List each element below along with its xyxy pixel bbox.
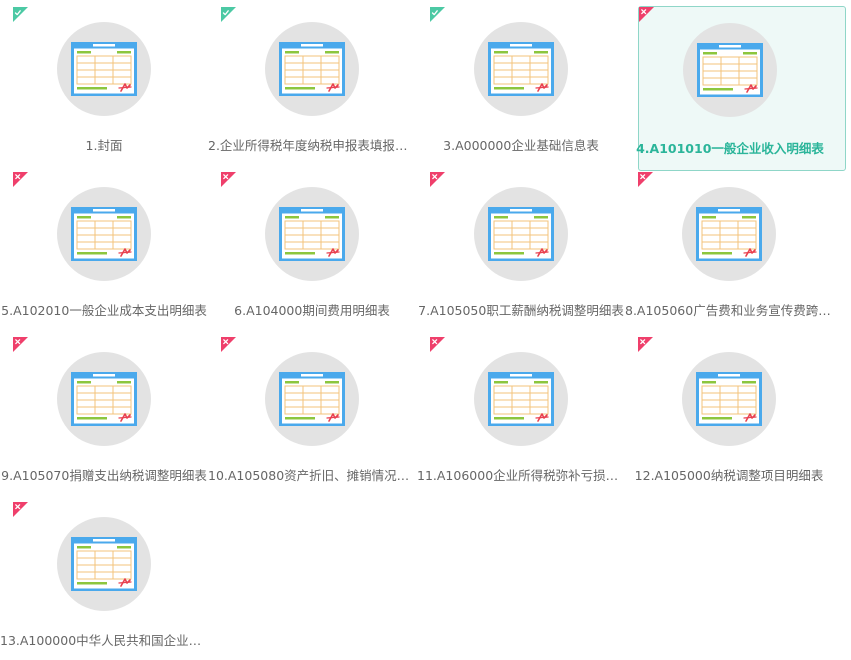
form-tile[interactable]: 8.A105060广告费和业务宣传费跨年...	[625, 165, 833, 330]
form-tile[interactable]: 1.封面	[0, 0, 208, 165]
status-error-icon	[13, 502, 28, 517]
spreadsheet-icon	[488, 42, 554, 96]
form-tile[interactable]: 7.A105050职工薪酬纳税调整明细表	[417, 165, 625, 330]
status-error-icon	[430, 337, 445, 352]
form-tile-label: 5.A102010一般企业成本支出明细表	[1, 303, 207, 318]
form-tile[interactable]: 9.A105070捐赠支出纳税调整明细表	[0, 330, 208, 495]
status-error-icon	[638, 172, 653, 187]
form-tile-label: 4.A101010一般企业收入明细表	[636, 141, 824, 156]
form-tile-label: 8.A105060广告费和业务宣传费跨年...	[625, 303, 833, 318]
form-tile-label: 9.A105070捐赠支出纳税调整明细表	[1, 468, 207, 483]
spreadsheet-icon	[697, 43, 763, 97]
spreadsheet-icon	[279, 42, 345, 96]
form-tile[interactable]: 13.A100000中华人民共和国企业所...	[0, 495, 208, 660]
status-error-icon	[430, 172, 445, 187]
status-error-icon	[638, 337, 653, 352]
form-thumbnail-circle	[474, 22, 568, 116]
spreadsheet-icon	[279, 372, 345, 426]
status-done-icon	[13, 7, 28, 22]
form-tile[interactable]: 3.A000000企业基础信息表	[417, 0, 625, 165]
form-thumbnail-circle	[682, 187, 776, 281]
spreadsheet-icon	[696, 207, 762, 261]
form-tile[interactable]: 11.A106000企业所得税弥补亏损明...	[417, 330, 625, 495]
form-tile[interactable]: 6.A104000期间费用明细表	[208, 165, 416, 330]
form-tile[interactable]: 4.A101010一般企业收入明细表	[636, 6, 846, 171]
spreadsheet-icon	[71, 372, 137, 426]
report-form-grid: 1.封面 2.企业所得税年度纳税申报表填报表单 3.A000000企业基础信息表…	[0, 0, 851, 660]
status-error-icon	[13, 172, 28, 187]
form-tile-label: 1.封面	[85, 138, 123, 153]
form-tile[interactable]: 5.A102010一般企业成本支出明细表	[0, 165, 208, 330]
form-thumbnail-circle	[57, 352, 151, 446]
form-tile-label: 12.A105000纳税调整项目明细表	[634, 468, 824, 483]
form-tile-label: 11.A106000企业所得税弥补亏损明...	[417, 468, 625, 483]
form-tile[interactable]: 10.A105080资产折旧、摊销情况及...	[208, 330, 416, 495]
form-tile-label: 6.A104000期间费用明细表	[234, 303, 390, 318]
form-thumbnail-circle	[57, 187, 151, 281]
status-done-icon	[430, 7, 445, 22]
spreadsheet-icon	[488, 372, 554, 426]
form-tile-label: 2.企业所得税年度纳税申报表填报表单	[208, 138, 416, 153]
spreadsheet-icon	[488, 207, 554, 261]
form-thumbnail-circle	[682, 352, 776, 446]
form-tile-label: 13.A100000中华人民共和国企业所...	[0, 633, 208, 648]
status-error-icon	[639, 7, 654, 22]
form-thumbnail-circle	[265, 187, 359, 281]
spreadsheet-icon	[279, 207, 345, 261]
form-thumbnail-circle	[57, 517, 151, 611]
spreadsheet-icon	[71, 537, 137, 591]
spreadsheet-icon	[71, 42, 137, 96]
form-thumbnail-circle	[474, 187, 568, 281]
status-done-icon	[221, 7, 236, 22]
spreadsheet-icon	[696, 372, 762, 426]
status-error-icon	[221, 172, 236, 187]
form-tile[interactable]: 12.A105000纳税调整项目明细表	[625, 330, 833, 495]
spreadsheet-icon	[71, 207, 137, 261]
form-tile-label: 3.A000000企业基础信息表	[443, 138, 599, 153]
form-thumbnail-circle	[57, 22, 151, 116]
form-tile-label: 10.A105080资产折旧、摊销情况及...	[208, 468, 416, 483]
form-thumbnail-circle	[683, 23, 777, 117]
status-error-icon	[221, 337, 236, 352]
form-tile[interactable]: 2.企业所得税年度纳税申报表填报表单	[208, 0, 416, 165]
form-tile-label: 7.A105050职工薪酬纳税调整明细表	[418, 303, 624, 318]
status-error-icon	[13, 337, 28, 352]
form-thumbnail-circle	[265, 352, 359, 446]
form-thumbnail-circle	[474, 352, 568, 446]
form-thumbnail-circle	[265, 22, 359, 116]
